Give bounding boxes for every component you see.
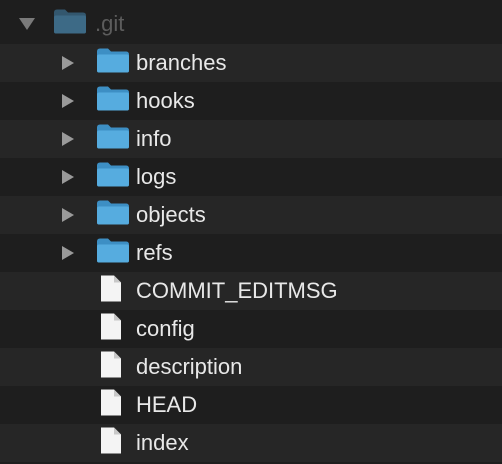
tree-item-label: index bbox=[136, 430, 189, 455]
tree-item-description[interactable]: description bbox=[0, 348, 502, 386]
tree-item-index[interactable]: index bbox=[0, 424, 502, 462]
file-tree: .git branches hooks info logs objects re… bbox=[0, 0, 502, 464]
disclosure-triangle-right-icon[interactable] bbox=[62, 170, 74, 184]
tree-item-label: logs bbox=[136, 164, 177, 189]
folder-icon bbox=[96, 238, 130, 269]
folder-icon bbox=[96, 48, 130, 79]
disclosure-triangle-right-icon[interactable] bbox=[62, 94, 74, 108]
tree-item-logs[interactable]: logs bbox=[0, 158, 502, 196]
disclosure-triangle-down-icon[interactable] bbox=[19, 18, 35, 30]
tree-item-label: info bbox=[136, 126, 172, 151]
folder-icon bbox=[53, 9, 87, 40]
tree-item-label: description bbox=[136, 354, 243, 379]
tree-item-label: HEAD bbox=[136, 392, 198, 417]
tree-item-hooks[interactable]: hooks bbox=[0, 82, 502, 120]
tree-root-git[interactable]: .git bbox=[0, 5, 502, 43]
tree-item-label: hooks bbox=[136, 88, 195, 113]
tree-item-refs[interactable]: refs bbox=[0, 234, 502, 272]
file-icon bbox=[100, 351, 122, 384]
tree-root-label: .git bbox=[95, 11, 125, 36]
folder-icon bbox=[96, 86, 130, 117]
tree-item-head[interactable]: HEAD bbox=[0, 386, 502, 424]
tree-item-objects[interactable]: objects bbox=[0, 196, 502, 234]
disclosure-triangle-right-icon[interactable] bbox=[62, 56, 74, 70]
tree-item-label: config bbox=[136, 316, 195, 341]
disclosure-triangle-right-icon[interactable] bbox=[62, 132, 74, 146]
tree-item-label: COMMIT_EDITMSG bbox=[136, 278, 338, 303]
folder-icon bbox=[96, 200, 130, 231]
file-icon bbox=[100, 427, 122, 460]
file-icon bbox=[100, 275, 122, 308]
disclosure-triangle-right-icon[interactable] bbox=[62, 246, 74, 260]
tree-item-label: branches bbox=[136, 50, 227, 75]
tree-item-label: refs bbox=[136, 240, 173, 265]
folder-icon bbox=[96, 162, 130, 193]
tree-item-label: objects bbox=[136, 202, 206, 227]
file-icon bbox=[100, 389, 122, 422]
tree-item-config[interactable]: config bbox=[0, 310, 502, 348]
disclosure-triangle-right-icon[interactable] bbox=[62, 208, 74, 222]
tree-item-branches[interactable]: branches bbox=[0, 44, 502, 82]
tree-item-commit-editmsg[interactable]: COMMIT_EDITMSG bbox=[0, 272, 502, 310]
folder-icon bbox=[96, 124, 130, 155]
tree-item-info[interactable]: info bbox=[0, 120, 502, 158]
file-icon bbox=[100, 313, 122, 346]
